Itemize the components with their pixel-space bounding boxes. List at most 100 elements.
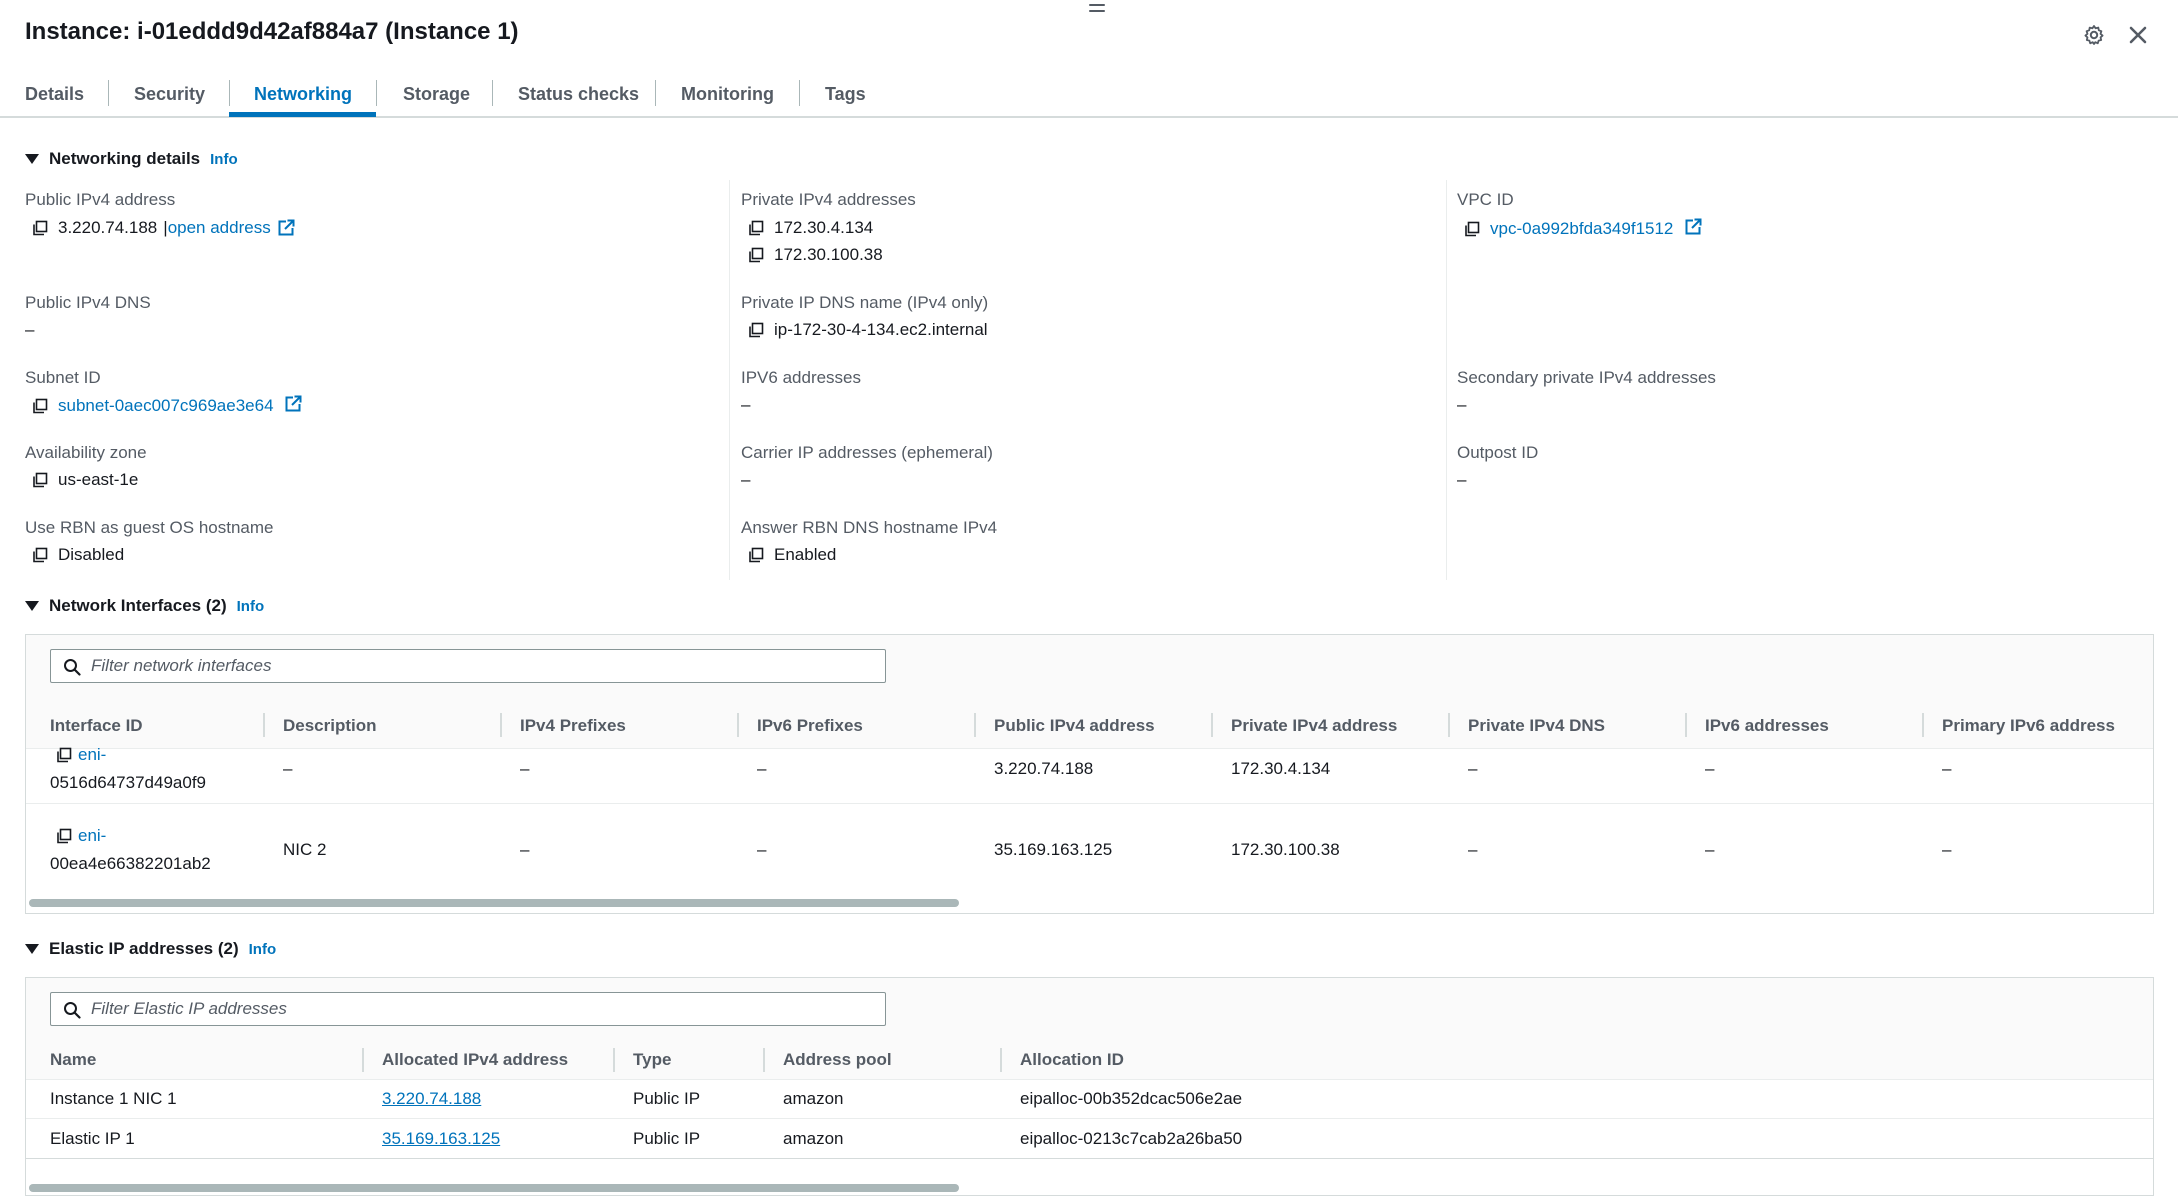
copy-icon[interactable] — [32, 472, 48, 488]
allocated-ip-link[interactable]: 35.169.163.125 — [382, 1129, 500, 1149]
elastic-ip-header[interactable]: Elastic IP addresses (2) Info — [25, 939, 276, 959]
column-resizer[interactable] — [1211, 713, 1213, 737]
private-dns-label: Private IP DNS name (IPv4 only) — [741, 293, 989, 312]
private-ipv4-cell: 172.30.4.134 — [1231, 759, 1331, 778]
copy-icon[interactable] — [748, 220, 764, 236]
tab-monitoring[interactable]: Monitoring — [681, 70, 774, 118]
ipv6-prefixes-cell: – — [757, 840, 767, 859]
vpc-id-link[interactable]: vpc-0a992bfda349f1512 — [1490, 219, 1673, 238]
info-link[interactable]: Info — [210, 151, 238, 168]
interface-id-link[interactable]: 0516d64737d49a0f9 — [50, 773, 206, 793]
public-ipv4-label: Public IPv4 address — [25, 190, 176, 209]
column-resizer[interactable] — [500, 713, 502, 737]
section-title: Elastic IP addresses (2) — [49, 939, 239, 958]
col-interface-id[interactable]: Interface ID — [50, 716, 143, 736]
info-link[interactable]: Info — [249, 941, 277, 958]
column-resizer[interactable] — [1000, 1048, 1002, 1072]
caret-down-icon — [25, 601, 39, 611]
col-ipv6-addresses[interactable]: IPv6 addresses — [1705, 716, 1829, 736]
copy-icon[interactable] — [56, 828, 72, 844]
filter-elastic-ip-input[interactable]: Filter Elastic IP addresses — [50, 992, 886, 1026]
scrollbar-thumb[interactable] — [29, 899, 959, 907]
interface-id-link[interactable]: eni- — [78, 826, 106, 846]
filter-placeholder: Filter Elastic IP addresses — [91, 999, 287, 1018]
private-ipv4-cell: 172.30.100.38 — [1231, 840, 1340, 859]
column-resizer[interactable] — [613, 1048, 615, 1072]
interface-id-link[interactable]: eni- — [78, 745, 106, 765]
filter-placeholder: Filter network interfaces — [91, 656, 272, 675]
network-interfaces-header[interactable]: Network Interfaces (2) Info — [25, 596, 264, 616]
col-type[interactable]: Type — [633, 1050, 671, 1070]
copy-icon[interactable] — [32, 547, 48, 563]
subnet-id-link[interactable]: subnet-0aec007c969ae3e64 — [58, 396, 274, 415]
tab-divider — [799, 80, 800, 106]
public-ipv4-value: 3.220.74.188 | open address — [32, 218, 295, 238]
subnet-id-label: Subnet ID — [25, 368, 101, 387]
info-link[interactable]: Info — [237, 598, 265, 615]
tab-security[interactable]: Security — [134, 70, 205, 118]
column-resizer[interactable] — [737, 713, 739, 737]
copy-icon[interactable] — [748, 547, 764, 563]
column-resizer[interactable] — [974, 713, 976, 737]
horizontal-scrollbar[interactable] — [26, 899, 2153, 909]
column-resizer[interactable] — [362, 1048, 364, 1072]
copy-icon[interactable] — [56, 747, 72, 763]
copy-icon[interactable] — [32, 398, 48, 414]
column-resizer[interactable] — [263, 713, 265, 737]
row-divider — [26, 1158, 2153, 1159]
private-dns-text: ip-172-30-4-134.ec2.internal — [774, 320, 988, 339]
row-divider — [26, 1118, 2153, 1119]
tab-divider — [492, 80, 493, 106]
col-description[interactable]: Description — [283, 716, 377, 736]
col-ipv4-prefixes[interactable]: IPv4 Prefixes — [520, 716, 626, 736]
copy-icon[interactable] — [748, 322, 764, 338]
tab-divider — [108, 80, 109, 106]
rbn-hostname-value: Disabled — [32, 545, 124, 565]
tab-status-checks[interactable]: Status checks — [518, 70, 639, 118]
public-ipv4-text: 3.220.74.188 — [58, 218, 158, 237]
col-ipv6-prefixes[interactable]: IPv6 Prefixes — [757, 716, 863, 736]
external-link-icon[interactable] — [277, 219, 295, 237]
col-private-ipv4[interactable]: Private IPv4 address — [1231, 716, 1397, 736]
col-private-dns[interactable]: Private IPv4 DNS — [1468, 716, 1605, 736]
column-resizer[interactable] — [1448, 713, 1450, 737]
copy-icon[interactable] — [32, 220, 48, 236]
primary-ipv6-cell: – — [1942, 759, 1952, 778]
tab-networking[interactable]: Networking — [254, 70, 352, 118]
col-allocation-id[interactable]: Allocation ID — [1020, 1050, 1124, 1070]
open-address-link[interactable]: open address — [168, 218, 271, 238]
private-dns-cell: – — [1468, 840, 1478, 859]
tab-tags[interactable]: Tags — [825, 70, 866, 118]
az-label: Availability zone — [25, 443, 147, 462]
secondary-private-label: Secondary private IPv4 addresses — [1457, 368, 1716, 387]
description-cell: – — [283, 759, 293, 778]
horizontal-scrollbar[interactable] — [26, 1184, 2153, 1194]
close-icon[interactable] — [2123, 20, 2153, 50]
copy-icon[interactable] — [1464, 221, 1480, 237]
interface-id-link[interactable]: 00ea4e66382201ab2 — [50, 854, 211, 874]
copy-icon[interactable] — [748, 247, 764, 263]
allocated-ip-link[interactable]: 3.220.74.188 — [382, 1089, 481, 1109]
scrollbar-thumb[interactable] — [29, 1184, 959, 1192]
networking-details-header[interactable]: Networking details Info — [25, 149, 238, 169]
col-address-pool[interactable]: Address pool — [783, 1050, 892, 1070]
allocation-id-cell: eipalloc-00b352dcac506e2ae — [1020, 1089, 1243, 1108]
tab-storage[interactable]: Storage — [403, 70, 470, 118]
instance-detail-panel: Instance: i-01eddd9d42af884a7 (Instance … — [0, 0, 2178, 1198]
col-allocated-ipv4[interactable]: Allocated IPv4 address — [382, 1050, 568, 1070]
resize-handle-icon[interactable] — [1089, 4, 1105, 16]
public-dns-value: – — [25, 320, 35, 339]
column-resizer[interactable] — [763, 1048, 765, 1072]
private-ipv4-value-1: 172.30.4.134 — [748, 218, 873, 238]
col-public-ipv4[interactable]: Public IPv4 address — [994, 716, 1155, 736]
col-name[interactable]: Name — [50, 1050, 96, 1070]
filter-network-interfaces-input[interactable]: Filter network interfaces — [50, 649, 886, 683]
external-link-icon[interactable] — [284, 395, 302, 413]
external-link-icon[interactable] — [1684, 218, 1702, 236]
column-resizer[interactable] — [1922, 713, 1924, 737]
tab-details[interactable]: Details — [25, 70, 84, 118]
az-text: us-east-1e — [58, 470, 139, 489]
column-resizer[interactable] — [1685, 713, 1687, 737]
gear-icon[interactable] — [2079, 20, 2109, 50]
col-primary-ipv6[interactable]: Primary IPv6 address — [1942, 716, 2115, 736]
